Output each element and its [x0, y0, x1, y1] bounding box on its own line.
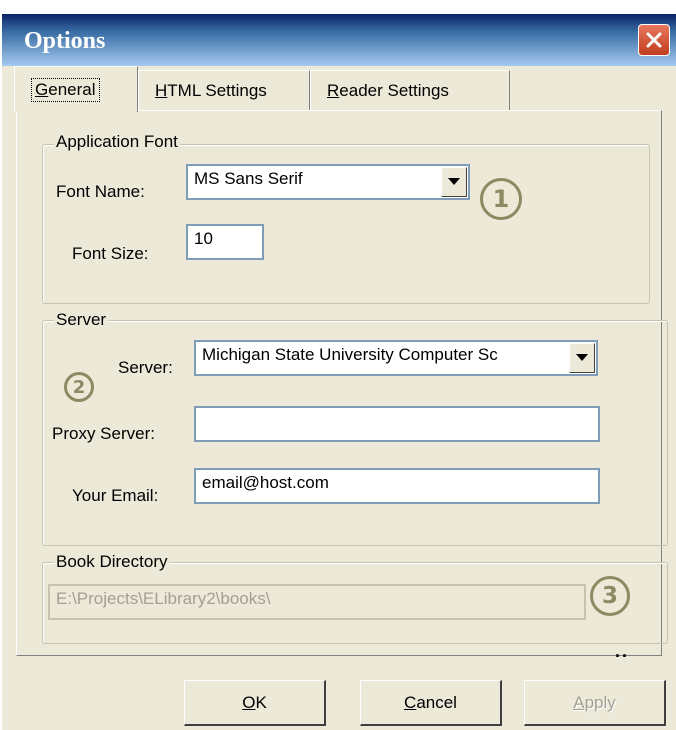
callout-badge-2: 2: [64, 372, 94, 402]
font-name-select[interactable]: MS Sans Serif: [186, 164, 470, 200]
application-font-legend: Application Font: [54, 132, 180, 152]
font-name-dropdown-button[interactable]: [441, 167, 467, 197]
font-size-value: 10: [194, 229, 213, 248]
server-label: Server:: [118, 358, 173, 377]
chevron-down-icon: [576, 354, 588, 361]
font-size-label: Font Size:: [72, 244, 149, 263]
font-size-input[interactable]: 10: [186, 224, 264, 260]
your-email-input[interactable]: email@host.com: [194, 468, 600, 504]
server-value: Michigan State University Computer Sc: [202, 345, 498, 364]
close-button[interactable]: [638, 24, 670, 56]
proxy-server-label: Proxy Server:: [52, 424, 155, 443]
tab-reader-settings[interactable]: Reader Settings: [310, 70, 510, 110]
options-dialog: Options General HTML Settings Reader Set…: [2, 14, 676, 730]
apply-button-label: Apply: [573, 692, 616, 712]
callout-badge-3-number: 3: [601, 583, 618, 609]
your-email-label: Your Email:: [72, 486, 159, 505]
book-directory-value: E:\Projects\ELibrary2\books\: [56, 589, 271, 608]
server-select[interactable]: Michigan State University Computer Sc: [194, 340, 598, 376]
tab-html-settings-label: HTML Settings: [155, 80, 267, 100]
server-dropdown-button[interactable]: [569, 343, 595, 373]
ok-button[interactable]: OK: [184, 680, 326, 726]
your-email-value: email@host.com: [202, 473, 329, 492]
tab-general[interactable]: General: [14, 66, 138, 112]
proxy-server-input[interactable]: [194, 406, 600, 442]
book-directory-legend: Book Directory: [54, 552, 170, 572]
apply-button[interactable]: Apply: [524, 680, 666, 726]
title-bar[interactable]: Options: [2, 14, 676, 66]
tab-reader-settings-label: Reader Settings: [327, 80, 449, 100]
book-directory-input: E:\Projects\ELibrary2\books\: [48, 584, 586, 620]
callout-badge-2-number: 2: [72, 376, 86, 398]
tab-general-label: General: [31, 77, 100, 102]
callout-badge-1: 1: [480, 178, 522, 220]
chevron-down-icon: [448, 178, 460, 185]
browse-button[interactable]: ..: [615, 641, 629, 662]
cancel-button-label: Cancel: [404, 692, 457, 712]
close-icon: [646, 32, 662, 48]
font-name-label: Font Name:: [56, 182, 145, 201]
font-name-value: MS Sans Serif: [194, 169, 303, 188]
window-title: Options: [24, 28, 106, 54]
ok-button-label: OK: [242, 692, 267, 712]
tab-html-settings[interactable]: HTML Settings: [138, 70, 310, 110]
server-legend: Server: [54, 310, 109, 330]
cancel-button[interactable]: Cancel: [360, 680, 502, 726]
callout-badge-3: 3: [590, 576, 630, 616]
callout-badge-1-number: 1: [492, 185, 510, 213]
